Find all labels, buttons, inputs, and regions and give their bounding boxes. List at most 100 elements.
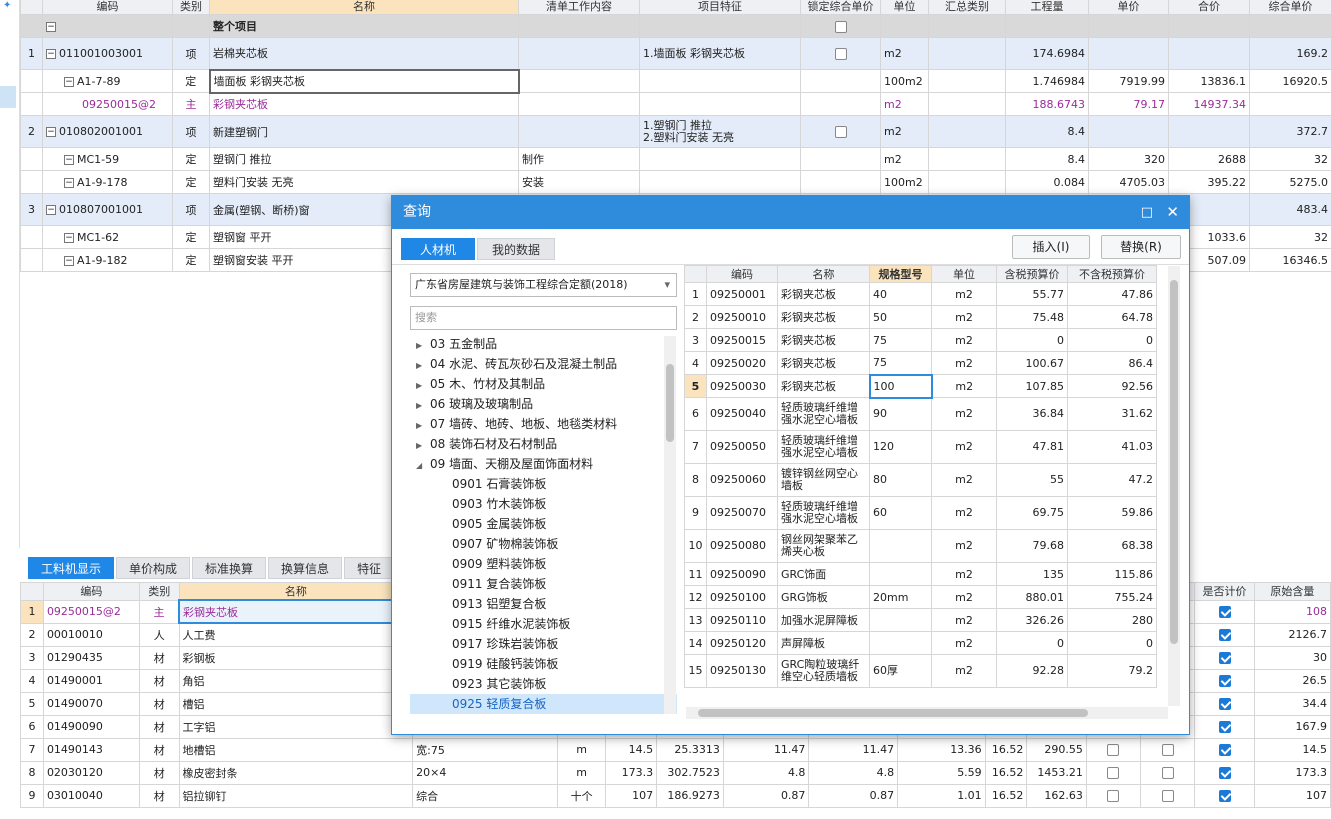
expand-icon[interactable]: ▶	[416, 436, 430, 456]
checkbox[interactable]	[1161, 744, 1174, 756]
top-cell[interactable]: 2	[20, 115, 43, 148]
col-feature[interactable]: 项目特征	[639, 0, 801, 15]
bottom-cell[interactable]: 01490070	[42, 691, 140, 716]
top-cell[interactable]: 定	[172, 147, 210, 171]
bottom-cell[interactable]: 综合	[412, 783, 559, 808]
col-type[interactable]: 类别	[172, 0, 210, 15]
bcol-type[interactable]: 类别	[138, 582, 180, 601]
material-cell[interactable]: 40	[869, 282, 932, 306]
material-cell[interactable]: 755.24	[1067, 585, 1157, 609]
bottom-cell[interactable]	[1085, 783, 1142, 808]
bottom-cell[interactable]: 11.47	[808, 737, 899, 762]
tree-node[interactable]: 0915 纤维水泥装饰板	[410, 614, 677, 634]
bottom-cell[interactable]: 26.5	[1253, 668, 1331, 693]
bottom-cell[interactable]: 162.63	[1026, 783, 1087, 808]
priced-checkbox[interactable]	[1218, 606, 1231, 618]
material-cell[interactable]: 135	[996, 562, 1068, 586]
material-cell[interactable]: 09250120	[706, 631, 778, 655]
tree-node[interactable]: ▶ 08 装饰石材及石材制品	[410, 434, 677, 454]
bottom-cell[interactable]: 材	[138, 737, 180, 762]
material-cell[interactable]: 47.2	[1067, 463, 1157, 497]
bottom-cell[interactable]: 5	[20, 691, 44, 716]
collapse-icon[interactable]: −	[46, 205, 56, 215]
close-icon[interactable]: ✕	[1166, 196, 1179, 229]
top-cell[interactable]: 安装	[518, 170, 640, 194]
top-cell[interactable]	[20, 69, 43, 93]
bottom-cell[interactable]: 25.3313	[656, 737, 724, 762]
material-cell[interactable]: 47.86	[1067, 282, 1157, 306]
material-cell[interactable]: 8	[684, 463, 707, 497]
material-cell[interactable]: 880.01	[996, 585, 1068, 609]
bottom-cell[interactable]: 03010040	[42, 783, 140, 808]
material-cell[interactable]: 09250110	[706, 608, 778, 632]
tree-node[interactable]: ▶ 03 五金制品	[410, 334, 677, 354]
replace-button[interactable]: 替换(R)	[1101, 235, 1181, 259]
material-cell[interactable]: 20mm	[869, 585, 932, 609]
top-cell[interactable]: m2	[880, 37, 929, 70]
top-cell[interactable]: 32	[1249, 225, 1331, 249]
bcol-name[interactable]: 名称	[178, 582, 414, 601]
top-cell[interactable]: 定	[172, 248, 210, 272]
bottom-cell[interactable]: 108	[1253, 599, 1331, 624]
material-row[interactable]: 9 09250070 轻质玻璃纤维增强水泥空心墙板 60 m2 69.75 59.86	[684, 496, 1157, 530]
bottom-cell[interactable]	[1194, 622, 1255, 647]
top-cell[interactable]	[518, 37, 640, 70]
bottom-cell[interactable]: 20×4	[412, 760, 559, 785]
bottom-cell[interactable]: 0.87	[722, 783, 810, 808]
material-cell[interactable]: 41.03	[1067, 430, 1157, 464]
material-cell[interactable]: 11	[684, 562, 707, 586]
material-cell[interactable]: 0	[1067, 328, 1157, 352]
material-cell[interactable]: 12	[684, 585, 707, 609]
top-cell[interactable]	[928, 170, 1006, 194]
material-cell[interactable]: 14	[684, 631, 707, 655]
material-cell[interactable]: 4	[684, 351, 707, 375]
material-cell[interactable]: m2	[931, 562, 997, 586]
bottom-cell[interactable]: 02030120	[42, 760, 140, 785]
material-cell[interactable]	[869, 562, 932, 586]
material-cell[interactable]: 轻质玻璃纤维增强水泥空心墙板	[777, 397, 870, 431]
material-cell[interactable]: 75	[869, 328, 932, 352]
top-cell[interactable]: 169.2	[1249, 37, 1331, 70]
tree-node[interactable]: ▶ 04 水泥、砖瓦灰砂石及混凝土制品	[410, 354, 677, 374]
material-row[interactable]: 14 09250120 声屏障板 m2 0 0	[684, 631, 1157, 655]
material-cell[interactable]: m2	[931, 430, 997, 464]
top-cell[interactable]: 主	[172, 92, 210, 116]
material-cell[interactable]: 50	[869, 305, 932, 329]
top-cell[interactable]: m2	[880, 92, 929, 116]
material-cell[interactable]: 80	[869, 463, 932, 497]
material-cell[interactable]: 09250010	[706, 305, 778, 329]
top-cell[interactable]: 塑料门安装 无亮	[209, 170, 519, 194]
top-cell[interactable]: 79.17	[1088, 92, 1169, 116]
material-row[interactable]: 5 09250030 彩钢夹芯板 100 m2 107.85 92.56	[684, 373, 1157, 399]
top-cell[interactable]	[928, 92, 1006, 116]
material-row[interactable]: 7 09250050 轻质玻璃纤维增强水泥空心墙板 120 m2 47.81 41.03	[684, 430, 1157, 464]
col-summary[interactable]: 汇总类别	[928, 0, 1006, 15]
material-row[interactable]: 3 09250015 彩钢夹芯板 75 m2 0 0	[684, 328, 1157, 352]
top-cell[interactable]	[1168, 115, 1250, 148]
bottom-cell[interactable]: 槽铝	[178, 691, 414, 716]
grid-vscroll-thumb[interactable]	[1170, 280, 1178, 644]
material-cell[interactable]: 9	[684, 496, 707, 530]
col-qty[interactable]: 工程量	[1005, 0, 1089, 15]
material-row[interactable]: 15 09250130 GRC陶粒玻璃纤维空心轻质墙板 60厚 m2 92.28 79.2	[684, 654, 1157, 688]
top-cell[interactable]: 395.22	[1168, 170, 1250, 194]
top-cell[interactable]	[928, 147, 1006, 171]
top-cell[interactable]: 彩钢夹芯板	[209, 92, 519, 116]
mcol-notax-price[interactable]: 不含税预算价	[1067, 265, 1157, 283]
top-cell[interactable]: 2688	[1168, 147, 1250, 171]
top-cell[interactable]: 09250015@2	[42, 92, 173, 116]
bottom-cell[interactable]: 16.52	[984, 760, 1028, 785]
top-cell[interactable]	[639, 147, 801, 171]
material-cell[interactable]: m2	[931, 608, 997, 632]
material-cell[interactable]: 75.48	[996, 305, 1068, 329]
material-cell[interactable]: 59.86	[1067, 496, 1157, 530]
bottom-row[interactable]: 8 02030120 材橡皮密封条 20×4 m 173.3 302.7523 4.8 4.8 5…	[20, 760, 1331, 785]
top-row[interactable]: 09250015@2 主彩钢夹芯板 m2 188.6743 79.17 14937.34	[20, 92, 1331, 116]
priced-checkbox[interactable]	[1218, 675, 1231, 687]
checkbox[interactable]	[1161, 790, 1174, 802]
material-cell[interactable]: 0	[996, 328, 1068, 352]
material-cell[interactable]: m2	[931, 463, 997, 497]
grid-hscroll-thumb[interactable]	[698, 709, 1088, 717]
top-cell[interactable]	[639, 170, 801, 194]
top-cell[interactable]: 100m2	[880, 170, 929, 194]
